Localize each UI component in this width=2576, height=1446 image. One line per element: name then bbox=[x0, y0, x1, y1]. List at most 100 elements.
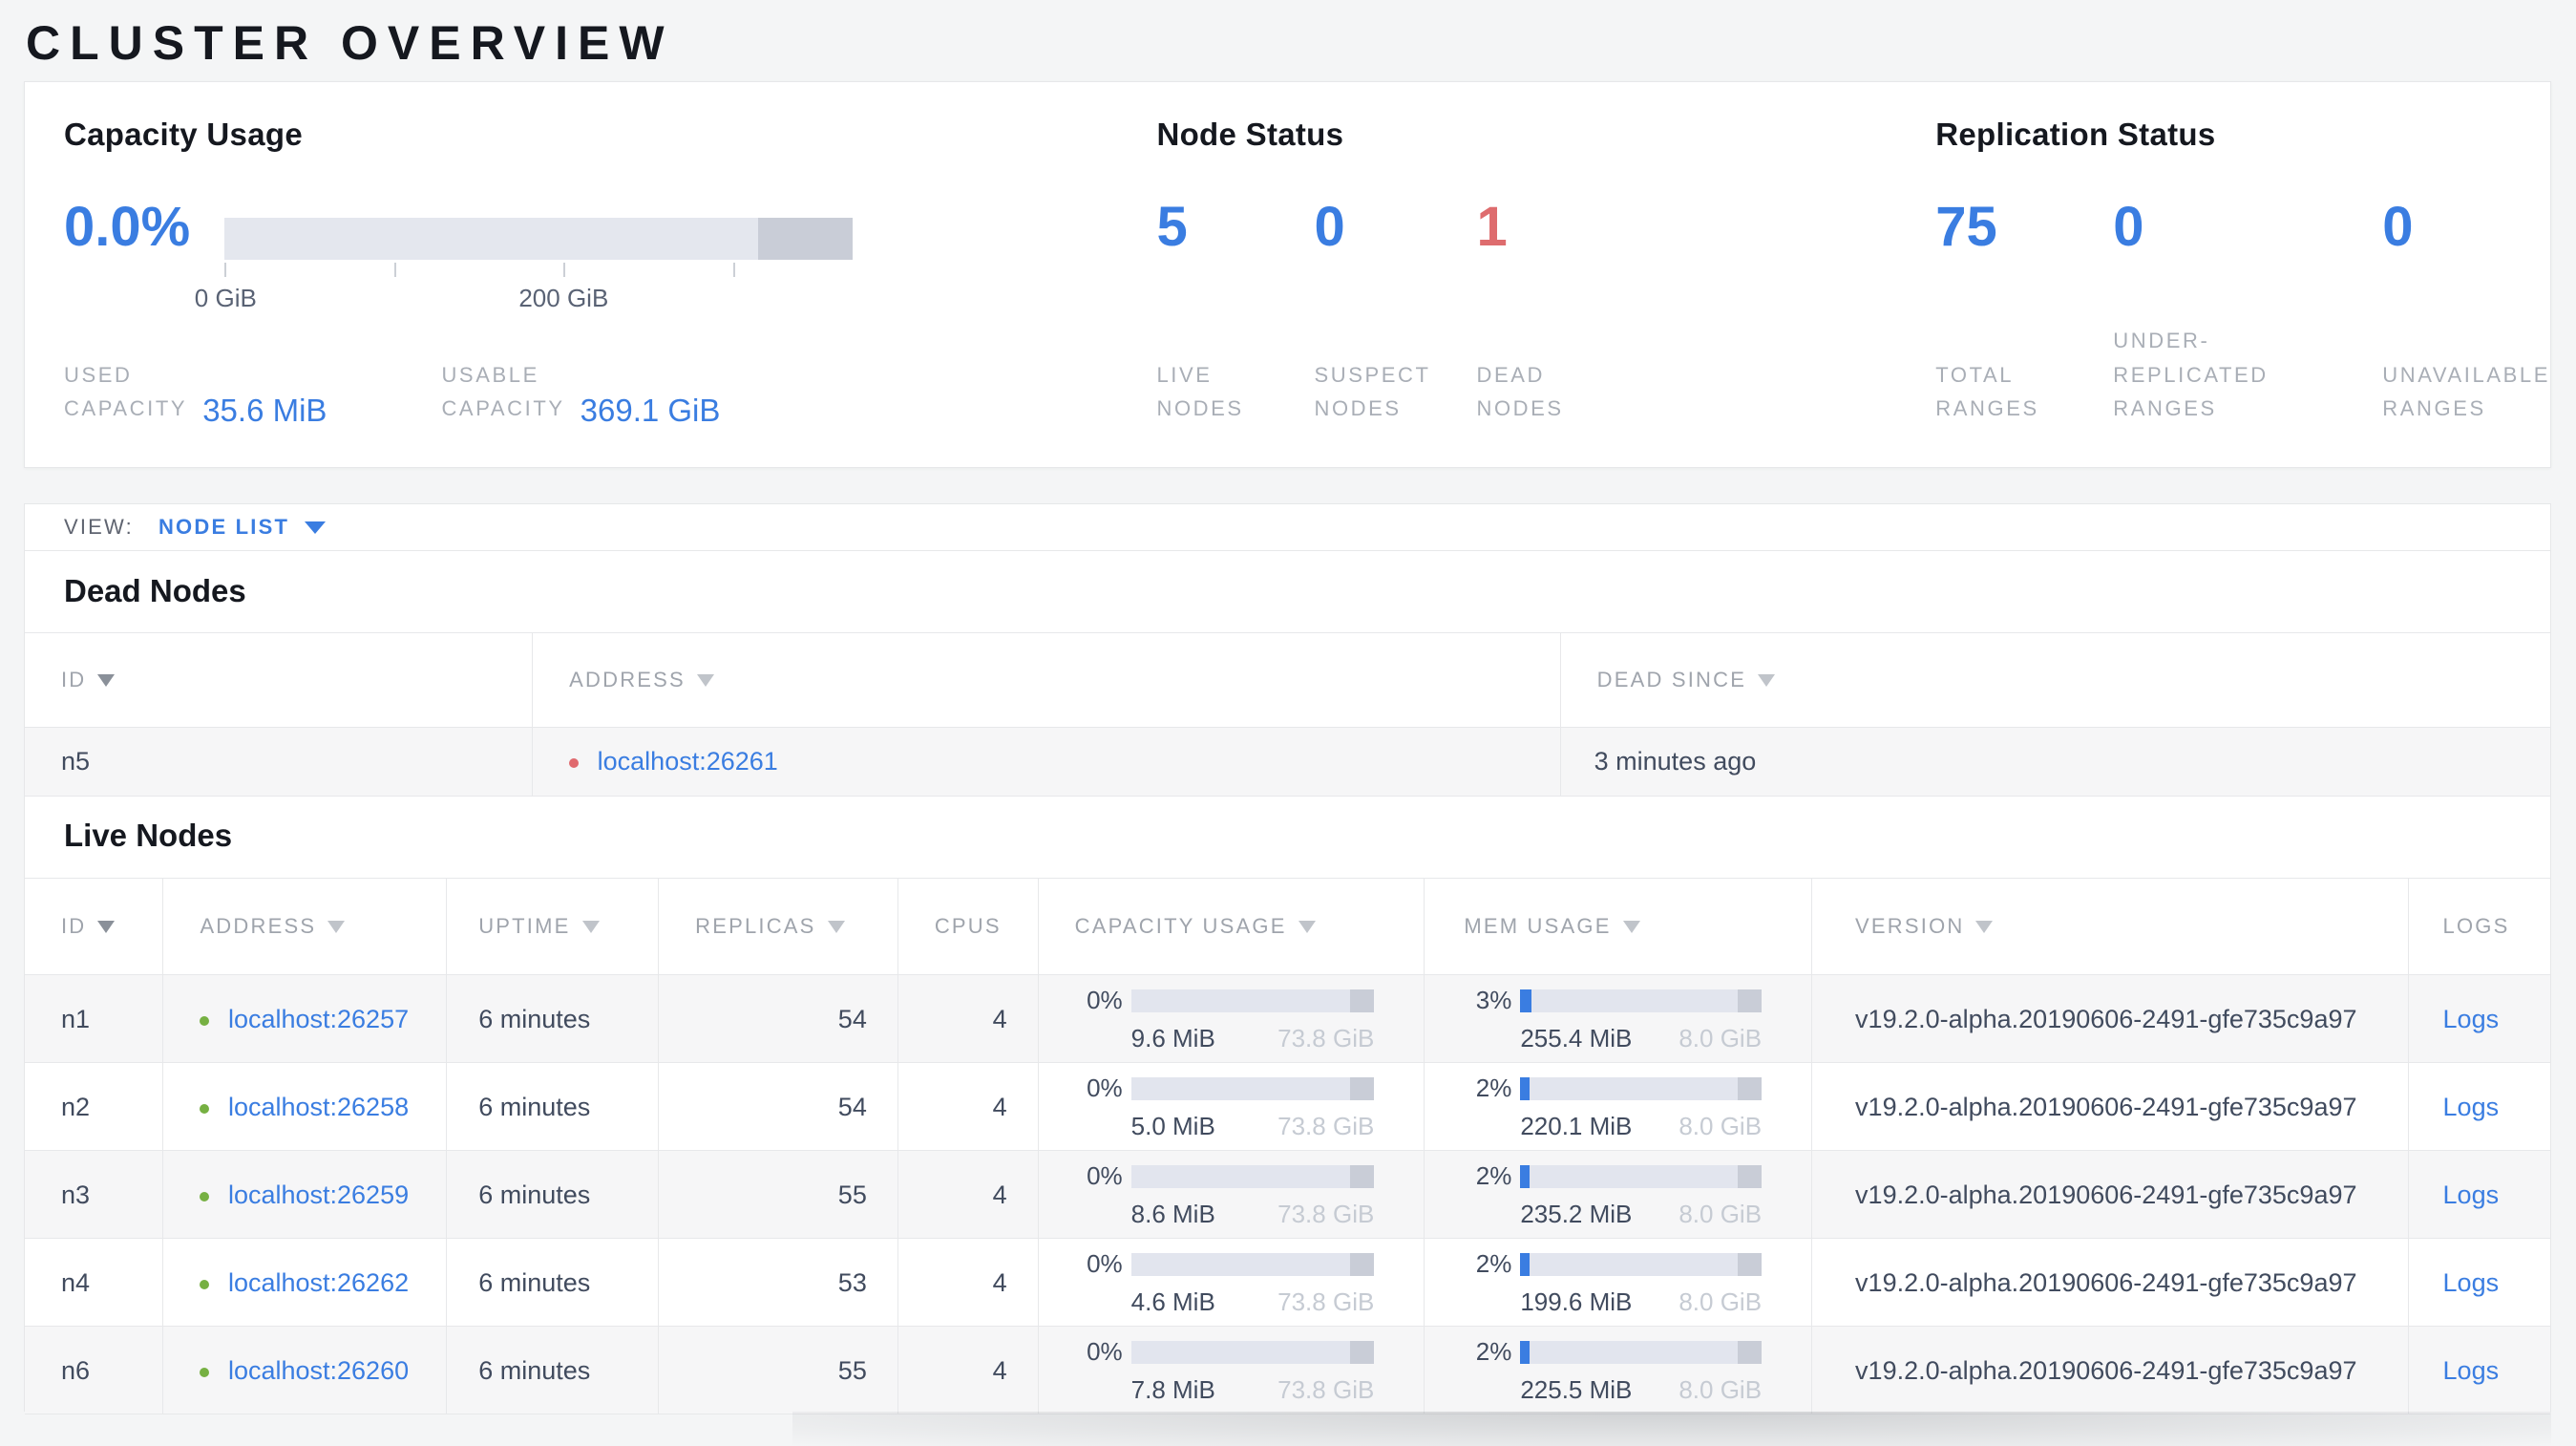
logs-link[interactable]: Logs bbox=[2443, 1005, 2500, 1033]
axis-tick bbox=[732, 263, 735, 277]
mem-bar bbox=[1520, 989, 1763, 1012]
mem-bar-used-fill bbox=[1520, 989, 1532, 1012]
cpus-cell: 4 bbox=[897, 974, 1039, 1063]
mem-bar-used-fill bbox=[1520, 1252, 1531, 1276]
node-address-cell: localhost:26262 bbox=[162, 1238, 447, 1327]
node-address-link[interactable]: localhost:26259 bbox=[228, 1180, 409, 1209]
node-address-cell: localhost:26258 bbox=[162, 1062, 447, 1151]
column-header-label[interactable]: REPLICAS bbox=[695, 914, 815, 938]
sort-arrow-icon[interactable] bbox=[1975, 921, 1994, 933]
node-address-link[interactable]: localhost:26257 bbox=[228, 1005, 409, 1033]
live-nodes-table: ID ADDRESS UPTIME REPLICAS CPUS CAPACITY… bbox=[25, 878, 2550, 1414]
axis-tick bbox=[563, 263, 566, 277]
sort-arrow-icon[interactable] bbox=[97, 674, 116, 687]
mem-usage-cell: 2% 235.2 MiB 8.0 GiB bbox=[1424, 1150, 1812, 1239]
replicas-cell: 55 bbox=[658, 1150, 898, 1239]
column-header-replicas[interactable]: REPLICAS bbox=[658, 878, 898, 975]
sort-arrow-icon[interactable] bbox=[1622, 921, 1640, 933]
column-header-dead-since[interactable]: DEAD SINCE bbox=[1559, 632, 2550, 728]
capacity-bar bbox=[1130, 1076, 1375, 1100]
capacity-bar bbox=[1130, 989, 1375, 1012]
node-address-cell: localhost:26260 bbox=[162, 1326, 447, 1414]
column-header-label[interactable]: MEM USAGE bbox=[1464, 914, 1611, 938]
mem-bar bbox=[1520, 1076, 1763, 1100]
logs-link[interactable]: Logs bbox=[2443, 1180, 2500, 1209]
table-row: n4 localhost:26262 6 minutes 53 4 0% 4.6… bbox=[25, 1238, 2550, 1327]
sort-arrow-icon[interactable] bbox=[1758, 674, 1776, 687]
column-header-label[interactable]: DEAD SINCE bbox=[1597, 668, 1746, 691]
replication-status-heading: Replication Status bbox=[1935, 117, 2216, 152]
dead-nodes-count: 1 bbox=[1476, 196, 1508, 258]
sort-arrow-icon[interactable] bbox=[1298, 921, 1316, 933]
column-header-mem-usage[interactable]: MEM USAGE bbox=[1424, 878, 1812, 975]
capacity-bar bbox=[224, 218, 853, 260]
column-header-id[interactable]: ID bbox=[25, 632, 533, 728]
node-address-link[interactable]: localhost:26260 bbox=[228, 1356, 409, 1385]
logs-link[interactable]: Logs bbox=[2443, 1356, 2500, 1385]
dead-nodes-label: DEAD NODES bbox=[1476, 358, 1563, 425]
view-dropdown[interactable]: NODE LIST bbox=[158, 515, 327, 540]
column-header-label[interactable]: ID bbox=[61, 914, 86, 938]
column-header-capacity-usage[interactable]: CAPACITY USAGE bbox=[1037, 878, 1425, 975]
unavailable-ranges-label: UNAVAILABLE RANGES bbox=[2382, 358, 2550, 425]
table-row: n5 localhost:26261 3 minutes ago bbox=[25, 727, 2550, 797]
column-header-label[interactable]: UPTIME bbox=[478, 914, 570, 938]
sort-arrow-icon[interactable] bbox=[327, 921, 346, 933]
cpus-cell: 4 bbox=[897, 1062, 1039, 1151]
column-header-uptime[interactable]: UPTIME bbox=[446, 878, 659, 975]
table-row: n1 localhost:26257 6 minutes 54 4 0% 9.6… bbox=[25, 974, 2550, 1063]
logs-link[interactable]: Logs bbox=[2443, 1268, 2500, 1297]
column-header-version[interactable]: VERSION bbox=[1811, 878, 2409, 975]
label-line: TOTAL bbox=[1935, 362, 2015, 387]
node-address-link[interactable]: localhost:26258 bbox=[228, 1093, 409, 1121]
capacity-used-percent: 0.0% bbox=[64, 196, 191, 258]
capacity-percent: 0% bbox=[1087, 1337, 1123, 1366]
view-dropdown-value[interactable]: NODE LIST bbox=[158, 515, 289, 540]
column-header-id[interactable]: ID bbox=[25, 878, 163, 975]
capacity-used-value: 5.0 MiB bbox=[1130, 1112, 1215, 1140]
capacity-usage-section: Capacity Usage 0.0% 0 GiB 200 GiB USED C… bbox=[64, 117, 1156, 428]
mem-bar bbox=[1520, 1164, 1763, 1188]
uptime-cell: 6 minutes bbox=[446, 1238, 659, 1327]
column-header-address[interactable]: ADDRESS bbox=[532, 632, 1561, 728]
mem-used-value: 255.4 MiB bbox=[1520, 1024, 1633, 1053]
label-line: CAPACITY bbox=[441, 395, 565, 420]
dead-nodes-header-row: ID ADDRESS DEAD SINCE bbox=[25, 632, 2550, 728]
mem-total-value: 8.0 GiB bbox=[1679, 1200, 1763, 1228]
replicas-cell: 54 bbox=[658, 974, 898, 1063]
table-row: n3 localhost:26259 6 minutes 55 4 0% 8.6… bbox=[25, 1150, 2550, 1239]
mem-total-value: 8.0 GiB bbox=[1679, 1287, 1763, 1316]
node-address-link[interactable]: localhost:26262 bbox=[228, 1268, 409, 1297]
column-header-label[interactable]: CPUS bbox=[935, 914, 1002, 938]
logs-link[interactable]: Logs bbox=[2443, 1093, 2500, 1121]
dead-status-dot-icon bbox=[569, 758, 580, 768]
column-header-label[interactable]: ID bbox=[61, 668, 86, 691]
sort-arrow-icon[interactable] bbox=[97, 921, 116, 933]
uptime-cell: 6 minutes bbox=[446, 974, 659, 1063]
chevron-down-icon[interactable] bbox=[305, 521, 327, 534]
column-header-label[interactable]: CAPACITY USAGE bbox=[1075, 914, 1287, 938]
column-header-label[interactable]: VERSION bbox=[1855, 914, 1964, 938]
capacity-percent: 0% bbox=[1087, 1249, 1123, 1278]
column-header-label[interactable]: ADDRESS bbox=[569, 668, 686, 691]
column-header-cpus[interactable]: CPUS bbox=[897, 878, 1039, 975]
node-address-link[interactable]: localhost:26261 bbox=[598, 747, 778, 776]
node-status-heading: Node Status bbox=[1156, 117, 1344, 152]
column-header-logs: LOGS bbox=[2407, 878, 2550, 975]
version-cell: v19.2.0-alpha.20190606-2491-gfe735c9a97 bbox=[1811, 1062, 2409, 1151]
sort-arrow-icon[interactable] bbox=[827, 921, 845, 933]
capacity-usage-cell: 0% 9.6 MiB 73.8 GiB bbox=[1037, 974, 1425, 1063]
node-address-cell: localhost:26259 bbox=[162, 1150, 447, 1239]
column-header-label: LOGS bbox=[2442, 914, 2510, 938]
usable-capacity-label: USABLE CAPACITY bbox=[441, 358, 564, 425]
cpus-cell: 4 bbox=[897, 1150, 1039, 1239]
sort-arrow-icon[interactable] bbox=[581, 921, 600, 933]
logs-cell: Logs bbox=[2407, 1238, 2550, 1327]
column-header-label[interactable]: ADDRESS bbox=[200, 914, 316, 938]
mem-used-value: 235.2 MiB bbox=[1520, 1200, 1633, 1228]
sort-arrow-icon[interactable] bbox=[696, 674, 714, 687]
mem-percent: 2% bbox=[1475, 1161, 1512, 1190]
uptime-cell: 6 minutes bbox=[446, 1062, 659, 1151]
capacity-total-value: 73.8 GiB bbox=[1277, 1024, 1375, 1053]
column-header-address[interactable]: ADDRESS bbox=[162, 878, 447, 975]
